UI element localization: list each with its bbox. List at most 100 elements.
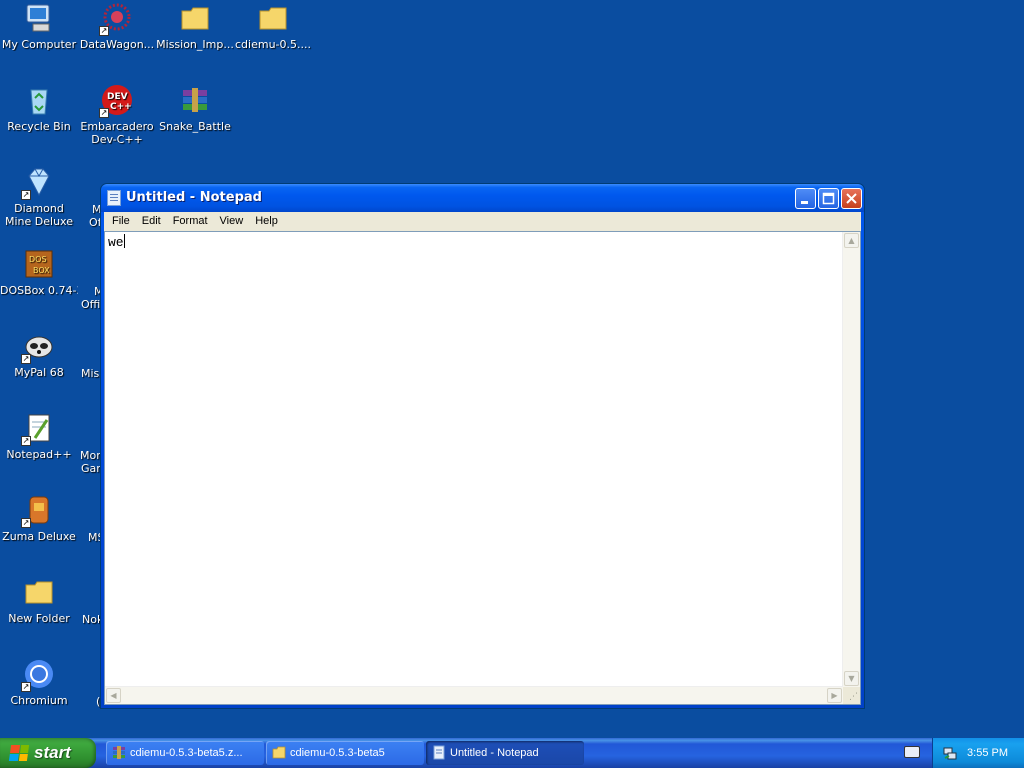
desktop-icon-zuma[interactable]: ↗ Zuma Deluxe: [0, 494, 78, 543]
partial-label: Nok: [82, 613, 102, 626]
close-button[interactable]: [841, 188, 862, 209]
desktop-icon-label: Embarcadero Dev-C++: [80, 120, 154, 146]
desktop-icon-label: New Folder: [8, 612, 70, 625]
desktop-icon-snake-battle[interactable]: Snake_Battle: [156, 84, 234, 133]
shortcut-arrow-icon: ↗: [21, 354, 31, 364]
desktop-icon-new-folder[interactable]: New Folder: [0, 576, 78, 625]
text-editor[interactable]: we ▲ ▼ ◀ ▶ ⋰: [104, 231, 861, 705]
taskbar-item-notepad[interactable]: Untitled - Notepad: [426, 741, 584, 765]
title-bar[interactable]: Untitled - Notepad: [101, 184, 864, 212]
desktop-icon-label: Zuma Deluxe: [2, 530, 76, 543]
vertical-scrollbar[interactable]: ▲ ▼: [842, 232, 860, 687]
shortcut-arrow-icon: ↗: [99, 26, 109, 36]
chevron-right-icon: ▶: [831, 691, 838, 700]
desktop-icon-label: Chromium: [10, 694, 68, 707]
partial-label: MS: [88, 531, 102, 544]
zuma-icon: ↗: [21, 494, 55, 528]
notepad-icon: [433, 745, 445, 760]
folder-icon: [272, 746, 286, 759]
partial-label: M: [94, 285, 102, 298]
desktop-icon-notepadpp[interactable]: ↗ Notepad++: [0, 412, 78, 461]
partial-label: Of: [89, 216, 102, 229]
start-button[interactable]: start: [0, 738, 96, 768]
menu-format[interactable]: Format: [167, 212, 214, 231]
notepad-window[interactable]: Untitled - Notepad File Edit Format View…: [100, 183, 865, 709]
taskbar-item-cdiemu-zip[interactable]: cdiemu-0.5.3-beta5.z...: [106, 741, 264, 765]
mypal-icon: ↗: [21, 330, 55, 364]
partial-label: Gam: [81, 462, 102, 475]
desktop-icon-mypal[interactable]: ↗ MyPal 68: [0, 330, 78, 379]
recycle-bin-icon: [23, 84, 55, 116]
diamond-icon: ↗: [21, 166, 55, 200]
close-icon: [846, 193, 857, 204]
svg-text:BOX: BOX: [33, 266, 50, 275]
desktop-icon-label: DataWagon...: [79, 38, 155, 51]
partial-label: Miss: [81, 367, 102, 380]
desktop-icon-devcpp[interactable]: DEV C++ ↗ Embarcadero Dev-C++: [78, 84, 156, 146]
svg-text:C++: C++: [110, 102, 132, 112]
menu-help[interactable]: Help: [249, 212, 284, 231]
datawagon-icon: ↗: [99, 2, 133, 36]
shortcut-arrow-icon: ↗: [21, 518, 31, 528]
system-tray: 3:55 PM: [932, 738, 1024, 768]
partial-label: Offi: [81, 298, 101, 311]
desktop-icon-cdiemu[interactable]: cdiemu-0.5....: [234, 2, 312, 51]
clock[interactable]: 3:55 PM: [967, 747, 1008, 759]
desktop-icon-chromium[interactable]: ↗ Chromium: [0, 658, 78, 707]
chevron-left-icon: ◀: [110, 691, 117, 700]
desktop-icon-dosbox[interactable]: DOS BOX DOSBox 0.74-3: [0, 248, 78, 297]
menu-file[interactable]: File: [106, 212, 136, 231]
resize-corner[interactable]: ⋰: [843, 687, 860, 704]
scroll-down-button[interactable]: ▼: [844, 671, 859, 686]
menu-view[interactable]: View: [214, 212, 250, 231]
winrar-archive-icon: [113, 746, 125, 759]
svg-text:DEV: DEV: [107, 92, 128, 102]
keyboard-icon[interactable]: [904, 746, 920, 758]
desktop-icon-label: Diamond Mine Deluxe: [5, 202, 73, 228]
winrar-archive-icon: [179, 84, 211, 116]
text-caret: [123, 234, 125, 248]
menu-edit[interactable]: Edit: [136, 212, 167, 231]
desktop-icon-diamond-mine[interactable]: ↗ Diamond Mine Deluxe: [0, 166, 78, 228]
taskbar-item-cdiemu-folder[interactable]: cdiemu-0.5.3-beta5: [266, 741, 424, 765]
scroll-left-button[interactable]: ◀: [106, 688, 121, 703]
partial-label: Mor: [80, 449, 101, 462]
scroll-right-button[interactable]: ▶: [827, 688, 842, 703]
desktop-icon-label: My Computer: [1, 38, 77, 51]
minimize-button[interactable]: [795, 188, 816, 209]
window-title: Untitled - Notepad: [126, 190, 262, 205]
desktop-icon-label: cdiemu-0.5....: [235, 38, 311, 51]
desktop-icon-label: DOSBox 0.74-3: [0, 284, 78, 297]
chevron-down-icon: ▼: [848, 674, 855, 683]
partial-label: M: [92, 203, 102, 216]
desktop-icon-recycle-bin[interactable]: Recycle Bin: [0, 84, 78, 133]
dosbox-icon: DOS BOX: [23, 248, 55, 280]
desktop-icon-label: MyPal 68: [14, 366, 64, 379]
editor-text-area[interactable]: we: [107, 233, 842, 686]
resize-grip-icon: ⋰: [849, 692, 858, 702]
horizontal-scrollbar[interactable]: ◀ ▶: [105, 686, 843, 704]
taskbar-item-label: cdiemu-0.5.3-beta5.z...: [130, 747, 243, 759]
folder-icon: [179, 2, 211, 34]
devcpp-icon: DEV C++ ↗: [99, 84, 133, 118]
network-icon[interactable]: [942, 745, 958, 761]
desktop-icon-label: Recycle Bin: [7, 120, 71, 133]
window-body: File Edit Format View Help we ▲ ▼ ◀ ▶ ⋰: [104, 212, 861, 705]
desktop-icon-label: Mission_Imp...: [156, 38, 234, 51]
shortcut-arrow-icon: ↗: [99, 108, 109, 118]
shortcut-arrow-icon: ↗: [21, 682, 31, 692]
folder-icon: [23, 576, 55, 608]
taskbar: start cdiemu-0.5.3-beta5.z... cdiemu-0.5…: [0, 738, 1024, 768]
desktop-icon-datawagon[interactable]: ↗ DataWagon...: [78, 2, 156, 51]
desktop-icon-mission-imp[interactable]: Mission_Imp...: [156, 2, 234, 51]
shortcut-arrow-icon: ↗: [21, 436, 31, 446]
taskbar-item-label: cdiemu-0.5.3-beta5: [290, 747, 385, 759]
desktop-icon-label: Snake_Battle: [159, 120, 231, 133]
svg-text:DOS: DOS: [29, 255, 47, 264]
maximize-button[interactable]: [818, 188, 839, 209]
menu-bar: File Edit Format View Help: [104, 212, 861, 231]
desktop-icon-my-computer[interactable]: My Computer: [0, 2, 78, 51]
scroll-up-button[interactable]: ▲: [844, 233, 859, 248]
desktop-icon-label: Notepad++: [6, 448, 72, 461]
windows-logo-icon: [8, 745, 30, 761]
